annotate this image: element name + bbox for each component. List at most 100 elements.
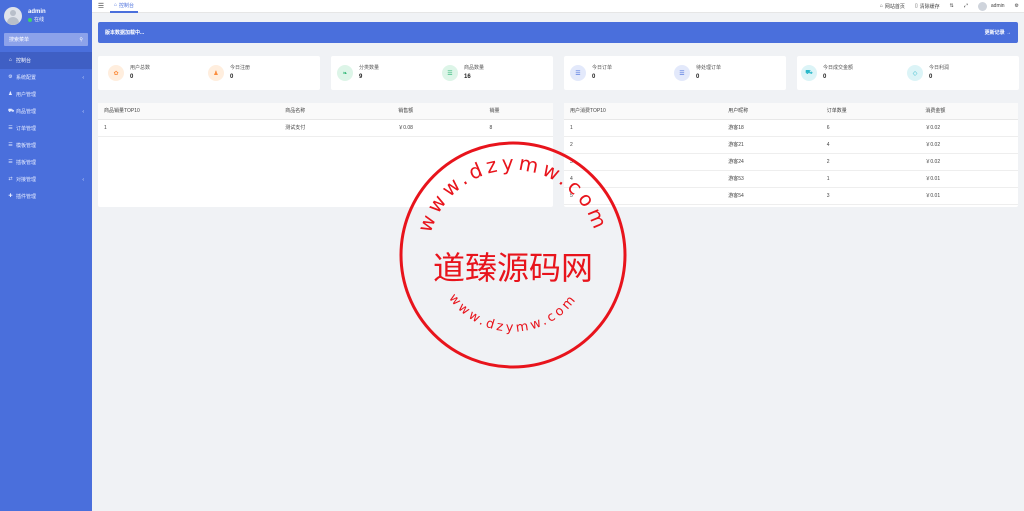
sidebar-item-label: 商品管理 (16, 109, 37, 115)
sidebar-item-label: 控制台 (16, 58, 32, 64)
stat-label: 今日成交金额 (823, 65, 854, 71)
order-icon: ☰ (570, 65, 586, 81)
sidebar-item-label: 用户管理 (16, 92, 37, 98)
column-header: 用户消费TOP10 (564, 103, 723, 120)
trash-icon: ▯ (914, 3, 918, 9)
column-header: 订单数量 (820, 103, 920, 120)
sidebar-item-0[interactable]: ⌂ 控制台 (0, 52, 92, 69)
user-status-label: 在线 (34, 16, 45, 23)
product-top10-table: 商品销量TOP10 商品名称 销售额 销量 1 测试支付 ￥0.08 8 (98, 103, 553, 137)
stat-value: 0 (592, 74, 596, 80)
table-cell: ￥0.02 (919, 119, 1018, 137)
product-top10-panel: 商品销量TOP10 商品名称 销售额 销量 1 测试支付 ￥0.08 8 (98, 103, 553, 207)
table-cell: 1 (820, 170, 920, 188)
stamp-center-text: 道臻源码网 (433, 249, 593, 287)
admin-menu[interactable]: admin (973, 1, 1010, 11)
person-icon: ♟ (208, 65, 224, 81)
column-header: 销量 (483, 103, 553, 120)
column-header: 销售额 (392, 103, 484, 120)
sidebar-item-label: 订单管理 (16, 126, 37, 132)
user-name: admin (28, 8, 46, 15)
menu-search-label: 搜索菜单 (9, 37, 30, 43)
user-top10-table: 用户消费TOP10 用户昵称 订单数量 消费金额 1 游客18 6 ￥0.02 2 游客21 4 ￥… (564, 103, 1018, 205)
admin-avatar (977, 1, 987, 11)
table-cell: ￥0.08 (392, 119, 484, 137)
pending-icon: ☰ (674, 65, 690, 81)
clear-cache-button[interactable]: ▯ 清除缓存 (910, 3, 945, 10)
avatar (4, 6, 22, 25)
table-row: 4 游客53 1 ￥0.01 (564, 170, 1018, 188)
user-icon: ♟ (8, 91, 13, 97)
sidebar-item-8[interactable]: ✚ 插件管理 (0, 188, 92, 205)
website-home-button[interactable]: ⌂ 网站首页 (875, 3, 910, 10)
stat-value: 0 (929, 74, 933, 80)
table-row: 2 游客21 4 ￥0.02 (564, 136, 1018, 154)
menu-search-input[interactable]: 搜索菜单 ⚲ (4, 33, 88, 46)
home-icon: ⌂ (879, 3, 883, 9)
theme-settings-icon[interactable]: ⚙ (1010, 3, 1024, 9)
stat-label: 用户总数 (130, 65, 151, 71)
stat-card-revenue: ⛟ 今日成交金额 0 ◇ 今日利润 0 (797, 56, 1019, 90)
sidebar-item-2[interactable]: ♟ 用户管理 (0, 86, 92, 103)
stat-today-orders: ☰ 今日订单 0 (570, 64, 612, 82)
column-header: 商品名称 (279, 103, 393, 120)
sidebar-item-7[interactable]: ⇄ 对接管理 ‹ (0, 171, 92, 188)
table-cell: ￥0.01 (919, 170, 1018, 188)
gear-icon: ⚙ (8, 74, 13, 80)
sidebar-item-5[interactable]: ☰ 模板管理 (0, 137, 92, 154)
menu-toggle-icon[interactable]: ☰ (92, 2, 110, 10)
stat-label: 商品数量 (464, 65, 485, 71)
update-log-link[interactable]: 更新记录 → (985, 29, 1011, 36)
table-cell: 游客24 (722, 153, 821, 171)
chevron-left-icon: ‹ (82, 108, 84, 115)
user-panel: admin 在线 (0, 0, 92, 31)
tab-dashboard[interactable]: ⌂ 控制台 (110, 0, 139, 13)
stat-value: 9 (359, 74, 363, 80)
table-cell: 4 (564, 170, 723, 188)
link-icon: ⇄ (8, 176, 13, 182)
table-cell: 4 (820, 136, 920, 154)
sidebar-item-4[interactable]: ☰ 订单管理 (0, 120, 92, 137)
refresh-icon[interactable]: ⇅ (945, 3, 959, 9)
table-row: 1 测试支付 ￥0.08 8 (98, 119, 553, 137)
stat-today-amount: ⛟ 今日成交金额 0 (801, 64, 853, 82)
stat-value: 0 (696, 74, 700, 80)
sidebar-item-6[interactable]: ☰ 插板管理 (0, 154, 92, 171)
template-icon: ☰ (8, 142, 13, 148)
stat-value: 16 (464, 74, 471, 80)
dashboard-icon: ⌂ (114, 2, 118, 8)
table-cell: 游客54 (722, 187, 821, 205)
sidebar-item-label: 系统配置 (16, 75, 37, 81)
stat-user-total: ✿ 用户总数 0 (108, 64, 150, 82)
stat-product-count: ☰ 商品数量 16 (442, 64, 484, 82)
sidebar-item-1[interactable]: ⚙ 系统配置 ‹ (0, 69, 92, 86)
fullscreen-icon[interactable]: ⤢ (959, 3, 973, 9)
sidebar-item-3[interactable]: ⛟ 商品管理 ‹ (0, 103, 92, 120)
stat-category-count: ❧ 分类数量 9 (337, 64, 379, 82)
chevron-left-icon: ‹ (82, 74, 84, 81)
cart-icon: ⛟ (801, 65, 817, 81)
header-actions: ⌂ 网站首页 ▯ 清除缓存 ⇅ ⤢ admin ⚙ (875, 0, 1024, 13)
user-info: admin 在线 (28, 8, 46, 24)
users-icon: ✿ (108, 65, 124, 81)
website-home-label: 网站首页 (884, 3, 905, 10)
stat-today-register: ♟ 今日注册 0 (208, 64, 250, 82)
stat-card-users: ✿ 用户总数 0 ♟ 今日注册 0 (98, 56, 320, 90)
leaf-icon: ❧ (337, 65, 353, 81)
sidebar-item-label: 插件管理 (16, 194, 37, 200)
search-icon[interactable]: ⚲ (79, 37, 83, 43)
stat-value: 0 (823, 74, 827, 80)
banner-title: 版本数据加载中... (105, 30, 145, 36)
stat-label: 今日注册 (230, 65, 251, 71)
top-header: ☰ ⌂ 控制台 ⌂ 网站首页 ▯ 清除缓存 ⇅ ⤢ admin ⚙ (92, 0, 1024, 13)
sidebar-item-label: 对接管理 (16, 177, 37, 183)
table-row: 1 游客18 6 ￥0.02 (564, 119, 1018, 137)
stat-value: 0 (230, 74, 234, 80)
sidebar: admin 在线 搜索菜单 ⚲ ⌂ 控制台 ⚙ 系统配置 ‹ ♟ 用户管理 ⛟ 商品管理 ‹ ☰ 订单… (0, 0, 92, 511)
table-cell: ￥0.01 (919, 187, 1018, 205)
user-top10-panel: 用户消费TOP10 用户昵称 订单数量 消费金额 1 游客18 6 ￥0.02 2 游客21 4 ￥… (564, 103, 1018, 207)
sidebar-menu: ⌂ 控制台 ⚙ 系统配置 ‹ ♟ 用户管理 ⛟ 商品管理 ‹ ☰ 订单管理 ☰ 模板管理 ☰ 插板管理 ⇄ 对接管… (0, 52, 92, 205)
stat-label: 今日利润 (929, 65, 950, 71)
table-cell: 游客18 (722, 119, 821, 137)
column-header: 消费金额 (919, 103, 1018, 120)
